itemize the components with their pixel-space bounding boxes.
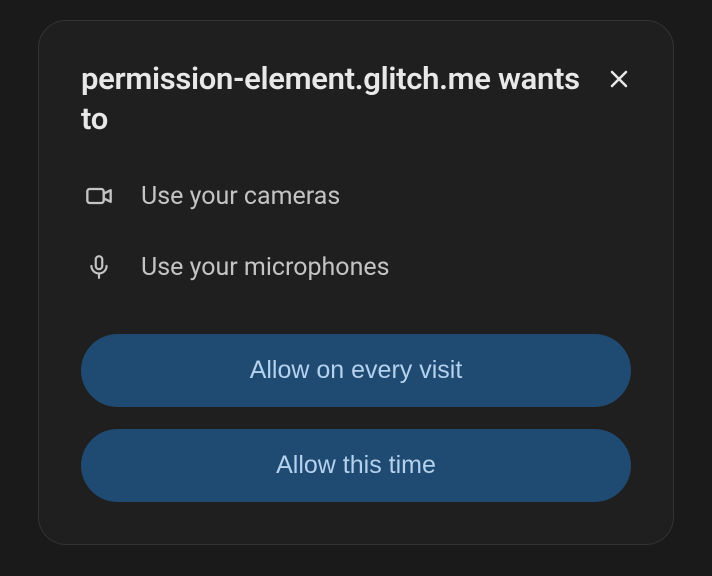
permission-item-camera: Use your cameras — [85, 182, 631, 211]
permission-label: Use your cameras — [141, 182, 340, 211]
close-button[interactable] — [603, 63, 635, 98]
permission-label: Use your microphones — [141, 253, 390, 282]
allow-this-time-button[interactable]: Allow this time — [81, 429, 631, 502]
permission-list: Use your cameras Use your microphones — [81, 182, 631, 282]
permission-dialog: permission-element.glitch.me wants to Us… — [38, 20, 674, 545]
dialog-title: permission-element.glitch.me wants to — [81, 59, 601, 140]
permission-item-microphone: Use your microphones — [85, 253, 631, 282]
dialog-site: permission-element.glitch.me — [81, 60, 491, 97]
dialog-header: permission-element.glitch.me wants to — [81, 59, 631, 140]
button-group: Allow on every visit Allow this time — [81, 334, 631, 502]
microphone-icon — [85, 253, 113, 281]
camera-icon — [85, 182, 113, 210]
close-icon — [607, 67, 631, 94]
allow-every-visit-button[interactable]: Allow on every visit — [81, 334, 631, 407]
